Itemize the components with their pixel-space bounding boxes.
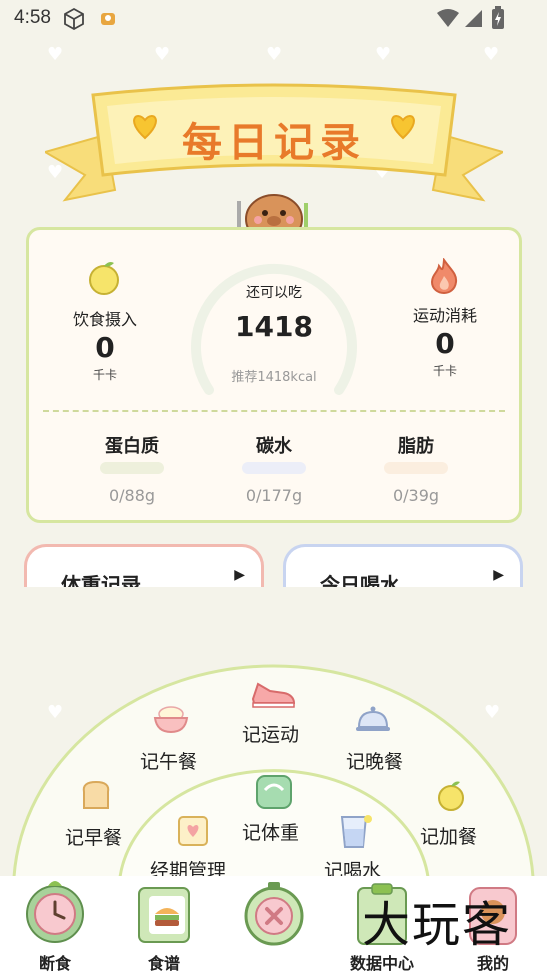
bowl-icon (153, 706, 189, 734)
recipe-book-icon (138, 887, 190, 943)
signal-icon (465, 10, 482, 27)
app-notification-icon (101, 13, 115, 25)
fat-progress-bar (384, 462, 448, 474)
carbs-value: 0/177g (245, 486, 303, 505)
fat-label: 脂肪 (398, 436, 434, 457)
record-exercise-label: 记运动 (242, 724, 300, 746)
cloche-icon (356, 706, 390, 731)
watermark-text: 大玩客 (362, 897, 513, 953)
protein-value: 0/88g (108, 486, 156, 505)
tab-recipes-label: 食谱 (147, 954, 180, 972)
heart-icon: ♥ (483, 44, 500, 65)
burn-value: 0 (435, 327, 455, 360)
record-weight-label: 记体重 (242, 822, 300, 844)
heart-icon: ♥ (375, 44, 392, 65)
heart-icon: ♥ (484, 702, 501, 723)
clock-icon (26, 881, 84, 943)
heart-icon: ♥ (266, 44, 283, 65)
calorie-summary-card: 饮食摄入 0 千卡 还可以吃 1418 推荐1418kcal 运动消耗 0 千卡… (26, 227, 522, 523)
remaining-label: 还可以吃 (246, 285, 302, 301)
recommended-kcal: 推荐1418kcal (231, 370, 317, 385)
protein-label: 蛋白质 (105, 436, 159, 457)
intake-unit: 千卡 (92, 368, 117, 382)
wifi-icon (437, 9, 459, 27)
box-icon (64, 7, 84, 31)
scale-icon (256, 775, 292, 809)
burn-unit: 千卡 (432, 364, 457, 378)
fat-value: 0/39g (392, 486, 440, 505)
close-circle-icon (244, 882, 304, 946)
battery-icon (492, 6, 504, 29)
water-glass-icon (340, 815, 372, 848)
carbs-progress-bar (242, 462, 306, 474)
intake-label: 饮食摄入 (72, 310, 137, 329)
arrow-right-icon: ▶ (493, 567, 504, 583)
tab-fasting-label: 断食 (38, 954, 71, 972)
quick-record-menu: ♥ ♥ 记运动 记午餐 记晚餐 记早餐 记体重 记加餐 经期管理 记喝水 (0, 587, 547, 882)
heart-icon: ♥ (47, 702, 64, 723)
status-bar: 4:58 (0, 0, 547, 36)
calendar-heart-icon (178, 816, 208, 846)
record-dinner-label: 记晚餐 (346, 751, 404, 773)
remaining-value: 1418 (235, 310, 313, 343)
lemon-icon (89, 262, 119, 295)
burn-label: 运动消耗 (412, 306, 477, 325)
lemon-icon (438, 781, 464, 811)
carbs-label: 碳水 (256, 436, 292, 457)
heart-icon: ♥ (154, 44, 171, 65)
page-title: 每日记录 (182, 120, 366, 166)
card-divider (43, 410, 505, 412)
record-lunch-label: 记午餐 (140, 751, 198, 773)
sneaker-icon (251, 682, 296, 708)
record-snack-label: 记加餐 (420, 826, 478, 848)
heart-icon: ♥ (47, 44, 64, 65)
intake-value: 0 (95, 331, 115, 364)
flame-icon (430, 258, 458, 294)
record-breakfast-label: 记早餐 (65, 827, 123, 849)
arrow-right-icon: ▶ (234, 567, 245, 583)
status-time: 4:58 (14, 7, 51, 28)
protein-progress-bar (100, 462, 164, 474)
toast-icon (82, 780, 110, 809)
